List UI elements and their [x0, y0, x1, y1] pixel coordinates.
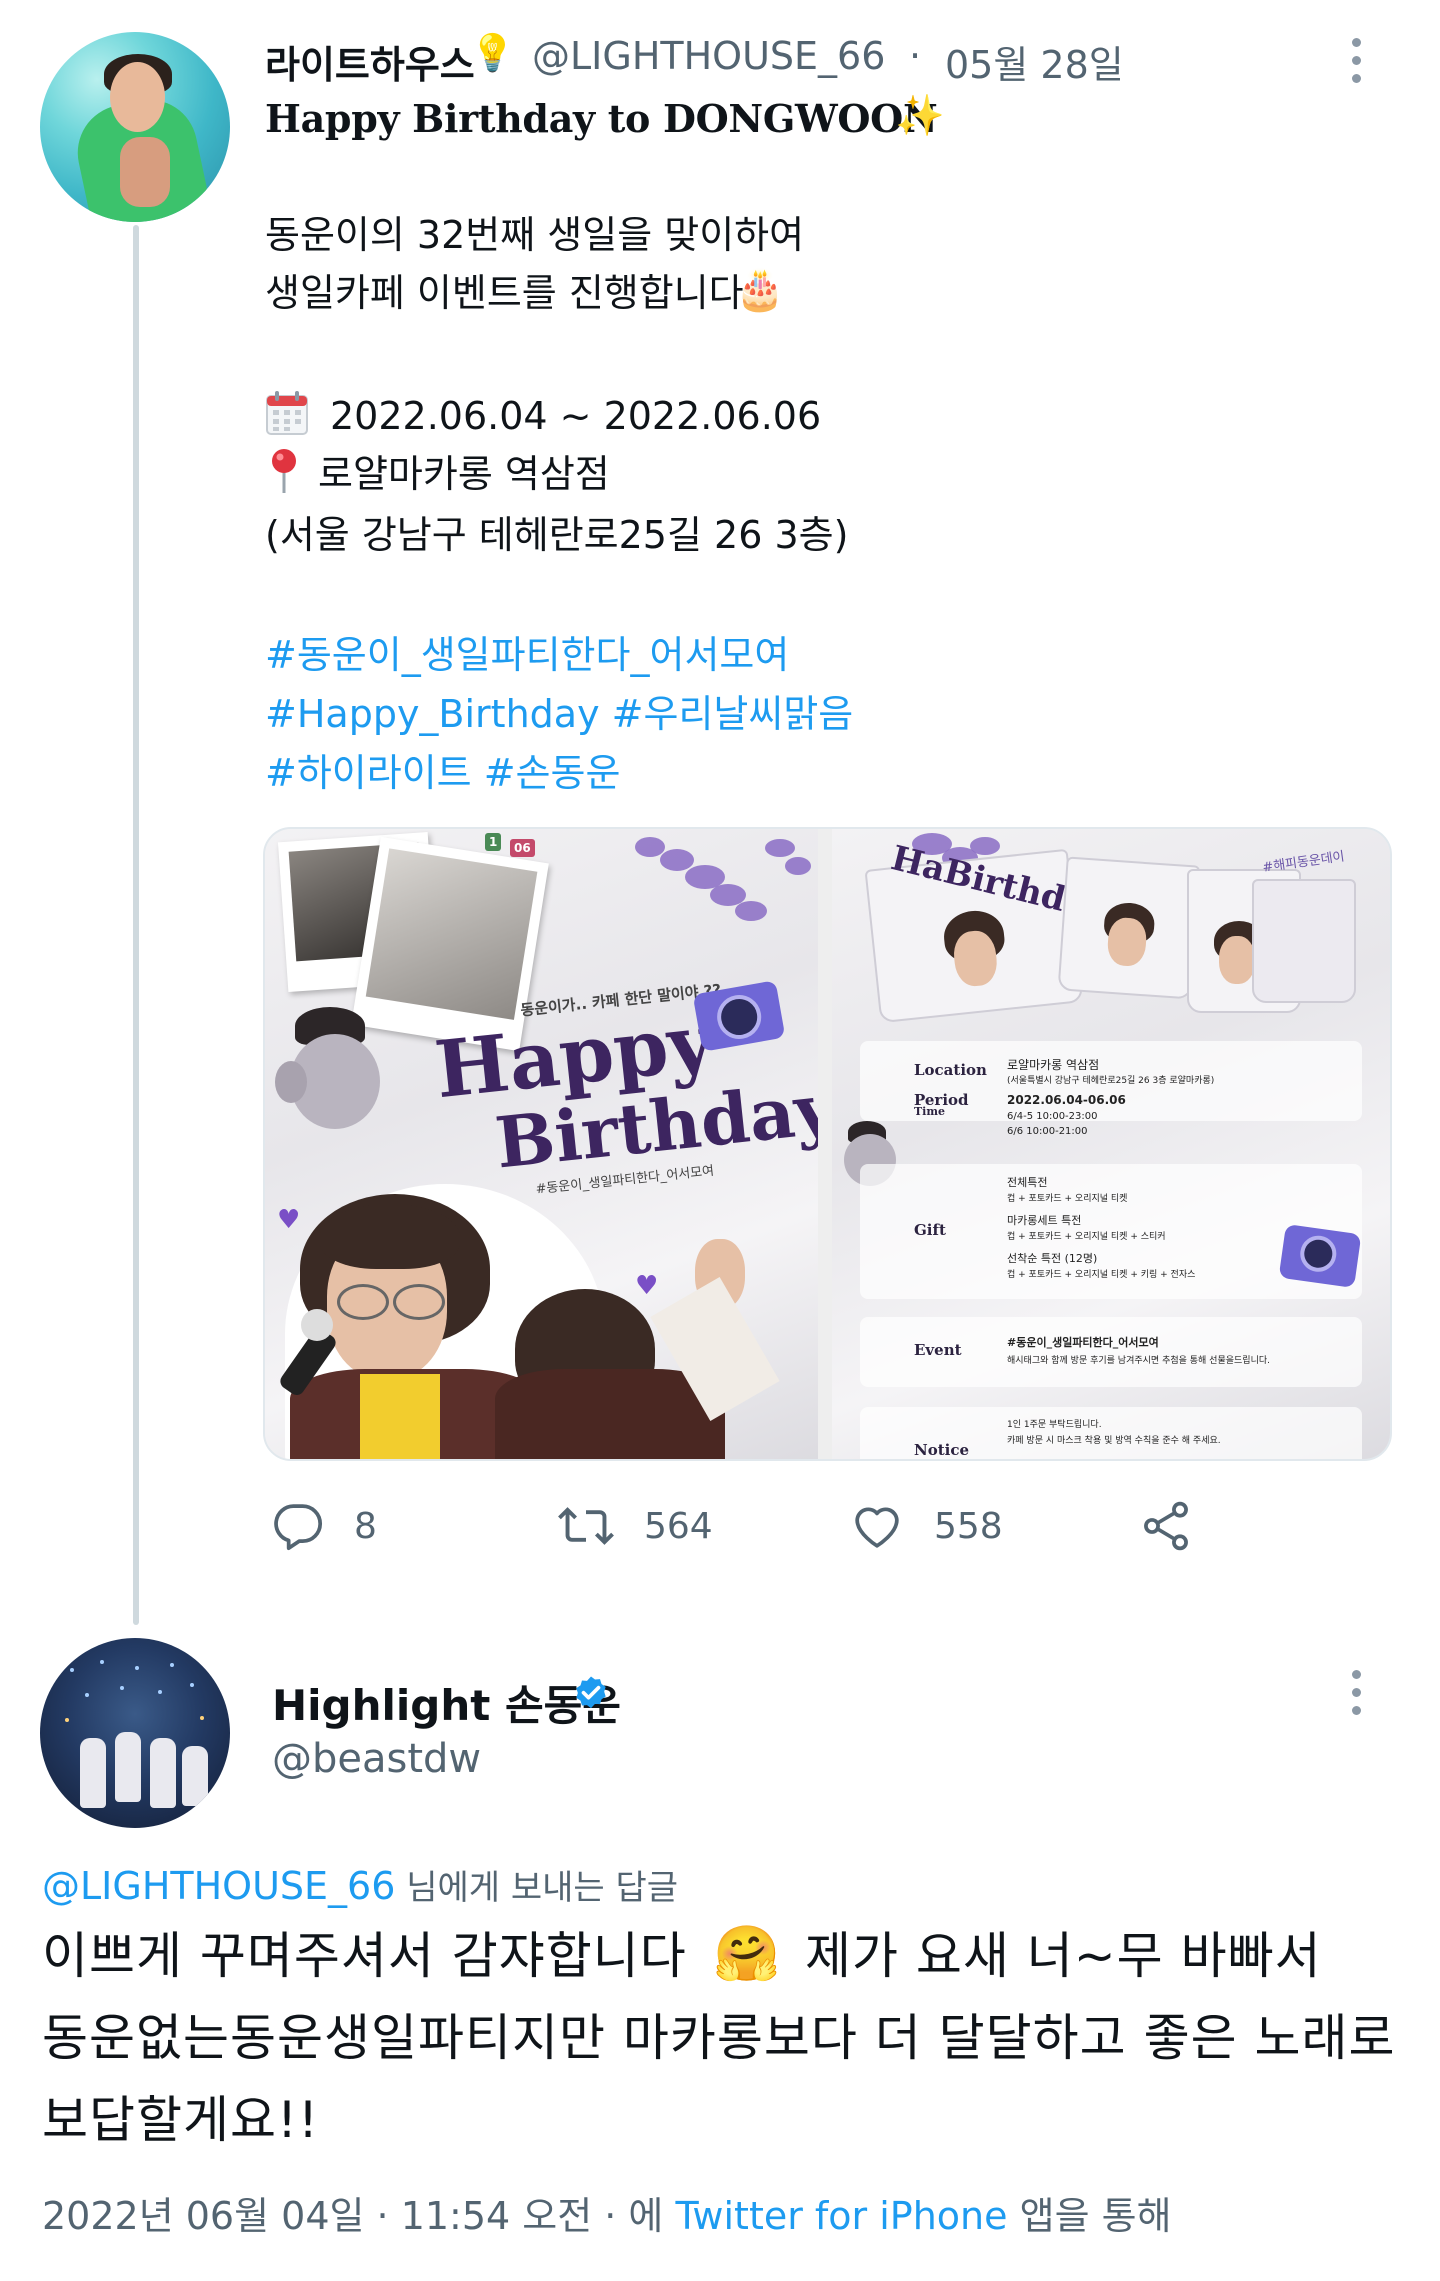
media-image-poster[interactable]: 1 06 동운이가.. 카페 한단 말이야 ?? Happy Birthday …	[265, 829, 818, 1459]
client-suffix: 앱을 통해	[1007, 2194, 1172, 2238]
share-button[interactable]	[1138, 1498, 1194, 1554]
venue-address: (서울 강남구 테헤란로25길 26 3층)	[265, 513, 849, 557]
gift-title: 선착순 특전 (12명)	[1007, 1252, 1098, 1265]
tweet-date[interactable]: 05월 28일	[945, 34, 1124, 89]
location-name: 로얄마카롱 역삼점	[1007, 1058, 1100, 1072]
tweet-title: Happy Birthday to DONGWOON	[265, 96, 938, 141]
event-label: Event	[914, 1341, 962, 1359]
period-hours: 6/4-5 10:00-23:00	[1007, 1111, 1098, 1122]
reply-count: 8	[354, 1505, 377, 1547]
event-desc: 해시태그와 함께 방문 후기를 남겨주시면 추첨을 통해 선물을드립니다.	[1007, 1356, 1271, 1366]
tweet-text-line: 동운이의 32번째 생일을 맞이하여	[265, 213, 805, 257]
author-handle[interactable]: @beastdw	[272, 1736, 481, 1782]
author-handle[interactable]: @LIGHTHOUSE_66	[532, 34, 885, 78]
reply-button[interactable]: 8	[270, 1498, 377, 1554]
like-count: 558	[934, 1505, 1003, 1547]
sparkles-emoji: ✨	[895, 93, 945, 139]
like-button[interactable]: 558	[848, 1498, 1003, 1554]
verified-badge-icon	[576, 1676, 606, 1709]
gift-desc: 컵 + 포토카드 + 오리지널 티켓	[1007, 1194, 1128, 1204]
media-grid: 1 06 동운이가.. 카페 한단 말이야 ?? Happy Birthday …	[263, 827, 1392, 1461]
more-icon[interactable]	[1350, 38, 1362, 83]
retweet-icon	[558, 1507, 614, 1545]
retweet-button[interactable]: 564	[556, 1498, 713, 1554]
period-range: 2022.06.04-06.06	[1007, 1093, 1126, 1107]
gift-label: Gift	[914, 1221, 946, 1239]
replying-to-handle[interactable]: @LIGHTHOUSE_66	[42, 1864, 395, 1908]
avatar[interactable]	[40, 32, 230, 222]
notice-text: 카페 방문 시 마스크 착용 및 방역 수칙을 준수 해 주세요.	[1007, 1436, 1221, 1446]
reply-text-line: 보답할게요!!	[42, 2091, 320, 2149]
reply-icon	[274, 1504, 323, 1551]
tweet-meta: 2022년 06월 04일 · 11:54 오전 · 에 Twitter for…	[42, 2185, 1172, 2240]
gift-title: 전체특전	[1007, 1176, 1048, 1189]
like-icon	[855, 1507, 899, 1548]
period-hours: 6/6 10:00-21:00	[1007, 1126, 1088, 1137]
client-link[interactable]: Twitter for iPhone	[675, 2194, 1007, 2238]
hashtag-line[interactable]: #하이라이트 #손동운	[265, 744, 620, 802]
event-dates: 2022.06.04 ~ 2022.06.06	[330, 394, 822, 438]
location-address: (서울특별시 강남구 테헤란로25길 26 3층 로얄마카롱)	[1007, 1076, 1215, 1086]
reply-text: 제가 요새 너~무 바빠서	[805, 1927, 1322, 1985]
media-image-info[interactable]: HaBirthday #해피동운데이 Location 로얄마카롱 역삼점 (서…	[832, 829, 1390, 1459]
gift-desc: 컵 + 포토카드 + 오리지널 티켓 + 스티커	[1007, 1232, 1166, 1242]
venue-name: 로얄마카롱 역삼점	[318, 452, 610, 496]
hashtag-line[interactable]: #Happy_Birthday #우리날씨맑음	[265, 685, 853, 743]
more-icon[interactable]	[1350, 1670, 1362, 1715]
event-title: #동운이_생일파티한다_어서모여	[1007, 1336, 1159, 1349]
reply-text-line: 동운없는동운생일파티지만 마카롱보다 더 달달하고 좋은 노래로	[42, 2009, 1396, 2067]
location-label: Location	[914, 1061, 987, 1079]
pin-icon	[272, 449, 296, 493]
retweet-count: 564	[644, 1505, 713, 1547]
tweet-timestamp[interactable]: 2022년 06월 04일 · 11:54 오전 · 에	[42, 2194, 675, 2238]
tweet-text-line: 생일카페 이벤트를 진행합니다	[265, 271, 744, 315]
separator: ·	[909, 34, 922, 78]
hashtag-line[interactable]: #동운이_생일파티한다_어서모여	[265, 626, 789, 684]
cake-emoji: 🎂	[735, 267, 785, 313]
gift-title: 마카롱세트 특전	[1007, 1214, 1082, 1227]
calendar-icon	[266, 391, 308, 435]
hugging-emoji: 🤗	[713, 1922, 781, 1985]
notice-label: Notice	[914, 1441, 970, 1459]
time-label: Time	[914, 1105, 946, 1118]
share-icon	[1144, 1501, 1188, 1551]
reply-text: 이쁘게 꾸며주셔서 감쟈합니다	[42, 1927, 687, 1985]
avatar[interactable]	[40, 1638, 230, 1828]
notice-text: 1인 1주문 부탁드립니다.	[1007, 1420, 1102, 1430]
cup-hashtag: #해피동운데이	[1261, 849, 1346, 876]
replying-to-suffix: 님에게 보내는 답글	[395, 1868, 679, 1908]
thread-line	[133, 225, 139, 1625]
replying-to: @LIGHTHOUSE_66 님에게 보내는 답글	[42, 1860, 678, 1909]
author-name[interactable]: Highlight 손동운	[272, 1672, 621, 1733]
author-name[interactable]: 라이트하우스	[265, 34, 475, 89]
reply-text-line: 이쁘게 꾸며주셔서 감쟈합니다	[42, 1918, 687, 1994]
gift-desc: 컵 + 포토카드 + 오리지널 티켓 + 키링 + 전자스	[1007, 1270, 1196, 1280]
lightbulb-emoji: 💡	[470, 33, 515, 74]
